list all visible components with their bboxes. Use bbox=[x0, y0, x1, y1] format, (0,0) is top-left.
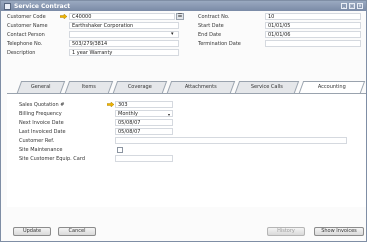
history-button[interactable]: History bbox=[267, 227, 305, 236]
termination-date-label: Termination Date bbox=[198, 41, 241, 47]
chevron-down-icon[interactable]: ▾ bbox=[171, 31, 174, 37]
chevron-down-icon: ▾ bbox=[167, 112, 170, 117]
contract-no-field[interactable]: 10 bbox=[265, 13, 361, 20]
billing-frequency-select[interactable]: Monthly ▾ bbox=[115, 110, 173, 117]
tab-coverage[interactable]: Coverage bbox=[112, 81, 168, 93]
maximize-button[interactable]: □ bbox=[349, 3, 355, 9]
last-invoiced-date-label: Last Invoiced Date bbox=[19, 129, 66, 135]
customer-code-field[interactable]: C40000 bbox=[69, 13, 175, 20]
contact-person-label: Contact Person bbox=[7, 32, 45, 38]
site-customer-equip-card-label: Site Customer Equip. Card bbox=[19, 156, 86, 162]
close-button[interactable]: × bbox=[357, 3, 363, 9]
start-date-field[interactable]: 01/01/05 bbox=[265, 22, 361, 29]
window-title: Service Contract bbox=[14, 2, 71, 10]
tab-strip: General Items Coverage Attachments Servi… bbox=[1, 81, 366, 93]
last-invoiced-date-field[interactable]: 05/08/07 bbox=[115, 128, 173, 135]
tab-service-calls[interactable]: Service Calls bbox=[234, 81, 300, 93]
show-invoices-button[interactable]: Show Invoices bbox=[314, 227, 364, 236]
telephone-field[interactable]: 503/279/3814 bbox=[69, 40, 179, 47]
customer-ref-field[interactable] bbox=[115, 137, 347, 144]
accounting-panel: Sales Quotation # 303 Billing Frequency … bbox=[7, 93, 366, 207]
window-icon bbox=[4, 2, 11, 10]
start-date-label: Start Date bbox=[198, 23, 224, 29]
end-date-field[interactable]: 01/01/06 bbox=[265, 31, 361, 38]
choose-from-list-button[interactable]: ☰ bbox=[176, 13, 184, 20]
link-arrow-icon[interactable] bbox=[60, 14, 67, 19]
site-customer-equip-card-field[interactable] bbox=[115, 155, 173, 162]
sales-quotation-label: Sales Quotation # bbox=[19, 102, 65, 108]
customer-code-label: Customer Code bbox=[7, 14, 46, 20]
sales-quotation-field[interactable]: 303 bbox=[115, 101, 173, 108]
tab-accounting[interactable]: Accounting bbox=[298, 81, 366, 93]
site-maintenance-checkbox[interactable] bbox=[117, 147, 123, 153]
description-field[interactable]: 1 year Warranty bbox=[69, 49, 179, 56]
billing-frequency-value: Monthly bbox=[118, 111, 139, 117]
site-maintenance-label: Site Maintenance bbox=[19, 147, 63, 153]
link-arrow-icon[interactable] bbox=[107, 102, 114, 107]
description-label: Description bbox=[7, 50, 36, 56]
customer-name-field[interactable]: Earthshaker Corporation bbox=[69, 22, 179, 29]
termination-date-field[interactable] bbox=[265, 40, 361, 47]
service-contract-window: Service Contract _ □ × Customer Code C40… bbox=[0, 0, 367, 242]
contact-person-select[interactable] bbox=[69, 31, 179, 38]
next-invoice-date-field[interactable]: 05/08/07 bbox=[115, 119, 173, 126]
customer-name-label: Customer Name bbox=[7, 23, 48, 29]
telephone-label: Telephone No. bbox=[7, 41, 43, 47]
tab-attachments[interactable]: Attachments bbox=[166, 81, 236, 93]
contract-header: Customer Code C40000 ☰ Customer Name Ear… bbox=[1, 13, 366, 73]
tab-general[interactable]: General bbox=[16, 81, 66, 93]
billing-frequency-label: Billing Frequency bbox=[19, 111, 62, 117]
contract-no-label: Contract No. bbox=[198, 14, 230, 20]
title-bar[interactable]: Service Contract _ □ × bbox=[1, 1, 366, 11]
cancel-button[interactable]: Cancel bbox=[58, 227, 96, 236]
tab-items[interactable]: Items bbox=[64, 81, 114, 93]
minimize-button[interactable]: _ bbox=[341, 3, 347, 9]
customer-ref-label: Customer Ref. bbox=[19, 138, 55, 144]
end-date-label: End Date bbox=[198, 32, 222, 38]
next-invoice-date-label: Next Invoice Date bbox=[19, 120, 64, 126]
update-button[interactable]: Update bbox=[13, 227, 51, 236]
